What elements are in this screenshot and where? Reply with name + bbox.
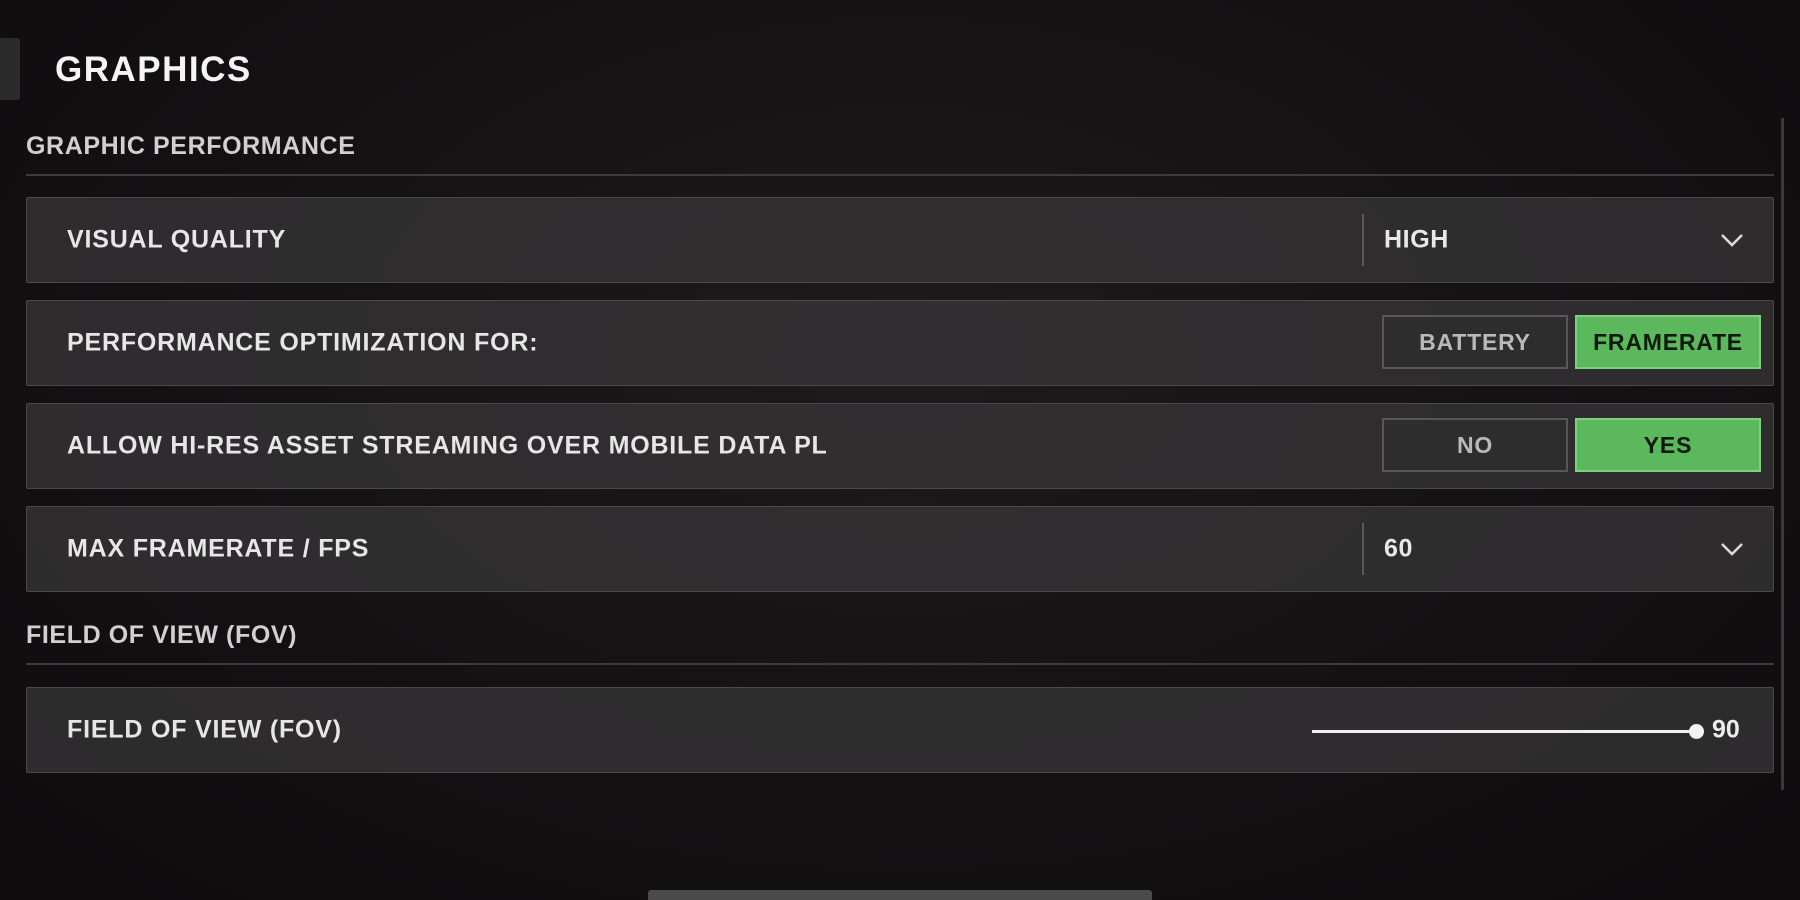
setting-row-max-framerate[interactable]: MAX FRAMERATE / FPS 60 <box>26 506 1774 592</box>
setting-label: MAX FRAMERATE / FPS <box>67 534 370 563</box>
framerate-toggle-button[interactable]: FRAMERATE <box>1575 315 1761 369</box>
setting-row-field-of-view: FIELD OF VIEW (FOV) 90 <box>26 687 1774 773</box>
bottom-handle[interactable] <box>648 890 1152 900</box>
setting-row-visual-quality[interactable]: VISUAL QUALITY HIGH <box>26 197 1774 283</box>
back-tab[interactable] <box>0 38 20 100</box>
fov-value: 90 <box>1712 715 1740 744</box>
setting-label: FIELD OF VIEW (FOV) <box>67 715 342 744</box>
max-framerate-dropdown[interactable]: 60 <box>1362 523 1774 575</box>
fov-slider-thumb[interactable] <box>1688 724 1704 739</box>
page-title: GRAPHICS <box>55 50 252 89</box>
fov-slider-track[interactable] <box>1312 730 1696 733</box>
chevron-down-icon <box>1721 234 1743 247</box>
graphics-settings-screen: GRAPHICS GRAPHIC PERFORMANCE VISUAL QUAL… <box>0 0 1800 900</box>
setting-label: ALLOW HI-RES ASSET STREAMING OVER MOBILE… <box>67 431 828 460</box>
visual-quality-dropdown[interactable]: HIGH <box>1362 214 1774 266</box>
battery-toggle-button[interactable]: BATTERY <box>1382 315 1568 369</box>
dropdown-value: HIGH <box>1384 225 1449 254</box>
setting-label: VISUAL QUALITY <box>67 225 287 254</box>
setting-label: PERFORMANCE OPTIMIZATION FOR: <box>67 328 539 357</box>
chevron-down-icon <box>1721 543 1743 556</box>
setting-row-performance-optimization: PERFORMANCE OPTIMIZATION FOR: BATTERY FR… <box>26 300 1774 386</box>
section-header-field-of-view: FIELD OF VIEW (FOV) <box>26 621 1774 665</box>
dropdown-value: 60 <box>1384 534 1414 563</box>
setting-row-hires-streaming: ALLOW HI-RES ASSET STREAMING OVER MOBILE… <box>26 403 1774 489</box>
no-toggle-button[interactable]: NO <box>1382 418 1568 472</box>
section-header-graphic-performance: GRAPHIC PERFORMANCE <box>26 132 1774 176</box>
scrollbar[interactable] <box>1781 118 1784 790</box>
yes-toggle-button[interactable]: YES <box>1575 418 1761 472</box>
